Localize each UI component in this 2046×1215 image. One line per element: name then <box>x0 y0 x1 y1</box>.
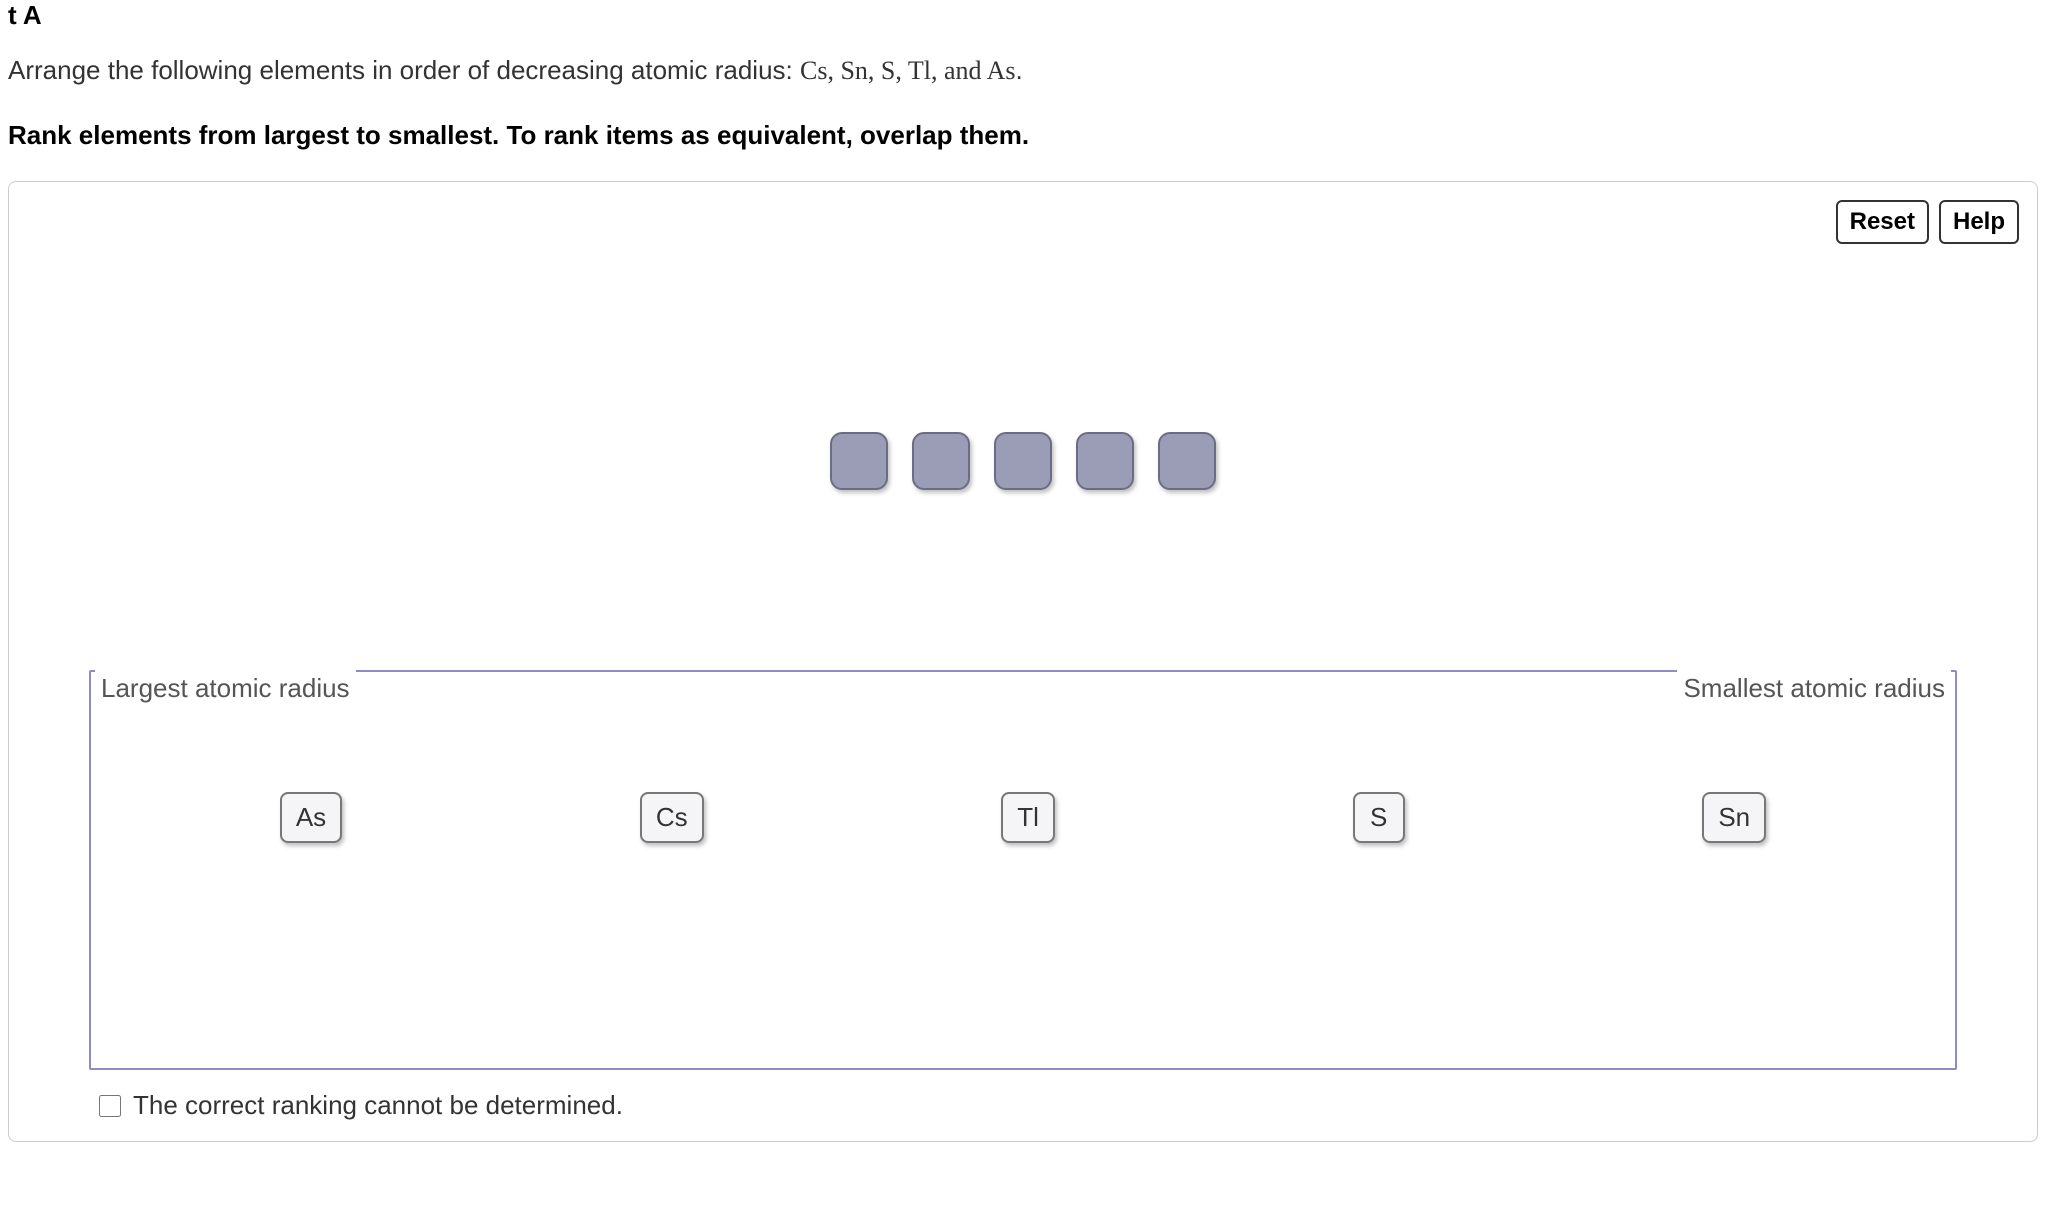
tile-as[interactable]: As <box>280 792 342 843</box>
tile-tl[interactable]: Tl <box>1001 792 1055 843</box>
slot-2[interactable] <box>912 432 970 490</box>
part-label: t A <box>8 0 2038 31</box>
cannot-determine-label[interactable]: The correct ranking cannot be determined… <box>133 1090 623 1121</box>
slot-5[interactable] <box>1158 432 1216 490</box>
cannot-determine-row: The correct ranking cannot be determined… <box>99 1090 2017 1121</box>
tile-sn[interactable]: Sn <box>1702 792 1766 843</box>
ranking-widget: Reset Help Largest atomic radius Smalles… <box>8 181 2038 1142</box>
slot-4[interactable] <box>1076 432 1134 490</box>
ranking-right-label: Smallest atomic radius <box>1677 670 1951 706</box>
slot-3[interactable] <box>994 432 1052 490</box>
question-text: Arrange the following elements in order … <box>8 51 2038 90</box>
placeholder-slots <box>29 432 2017 490</box>
tile-s[interactable]: S <box>1353 792 1405 843</box>
question-elements: Cs, Sn, S, Tl, and As <box>800 56 1016 85</box>
ranking-instruction: Rank elements from largest to smallest. … <box>8 120 2038 151</box>
help-button[interactable]: Help <box>1939 200 2019 244</box>
ranking-drop-area[interactable]: Largest atomic radius Smallest atomic ra… <box>89 670 1957 1070</box>
question-prefix: Arrange the following elements in order … <box>8 55 800 85</box>
tile-cs[interactable]: Cs <box>640 792 704 843</box>
question-suffix: . <box>1016 55 1023 85</box>
reset-button[interactable]: Reset <box>1836 200 1929 244</box>
tiles-row: As Cs Tl S Sn <box>131 792 1915 843</box>
cannot-determine-checkbox[interactable] <box>99 1095 121 1117</box>
widget-top-buttons: Reset Help <box>1836 200 2019 244</box>
slot-1[interactable] <box>830 432 888 490</box>
ranking-left-label: Largest atomic radius <box>95 670 356 706</box>
